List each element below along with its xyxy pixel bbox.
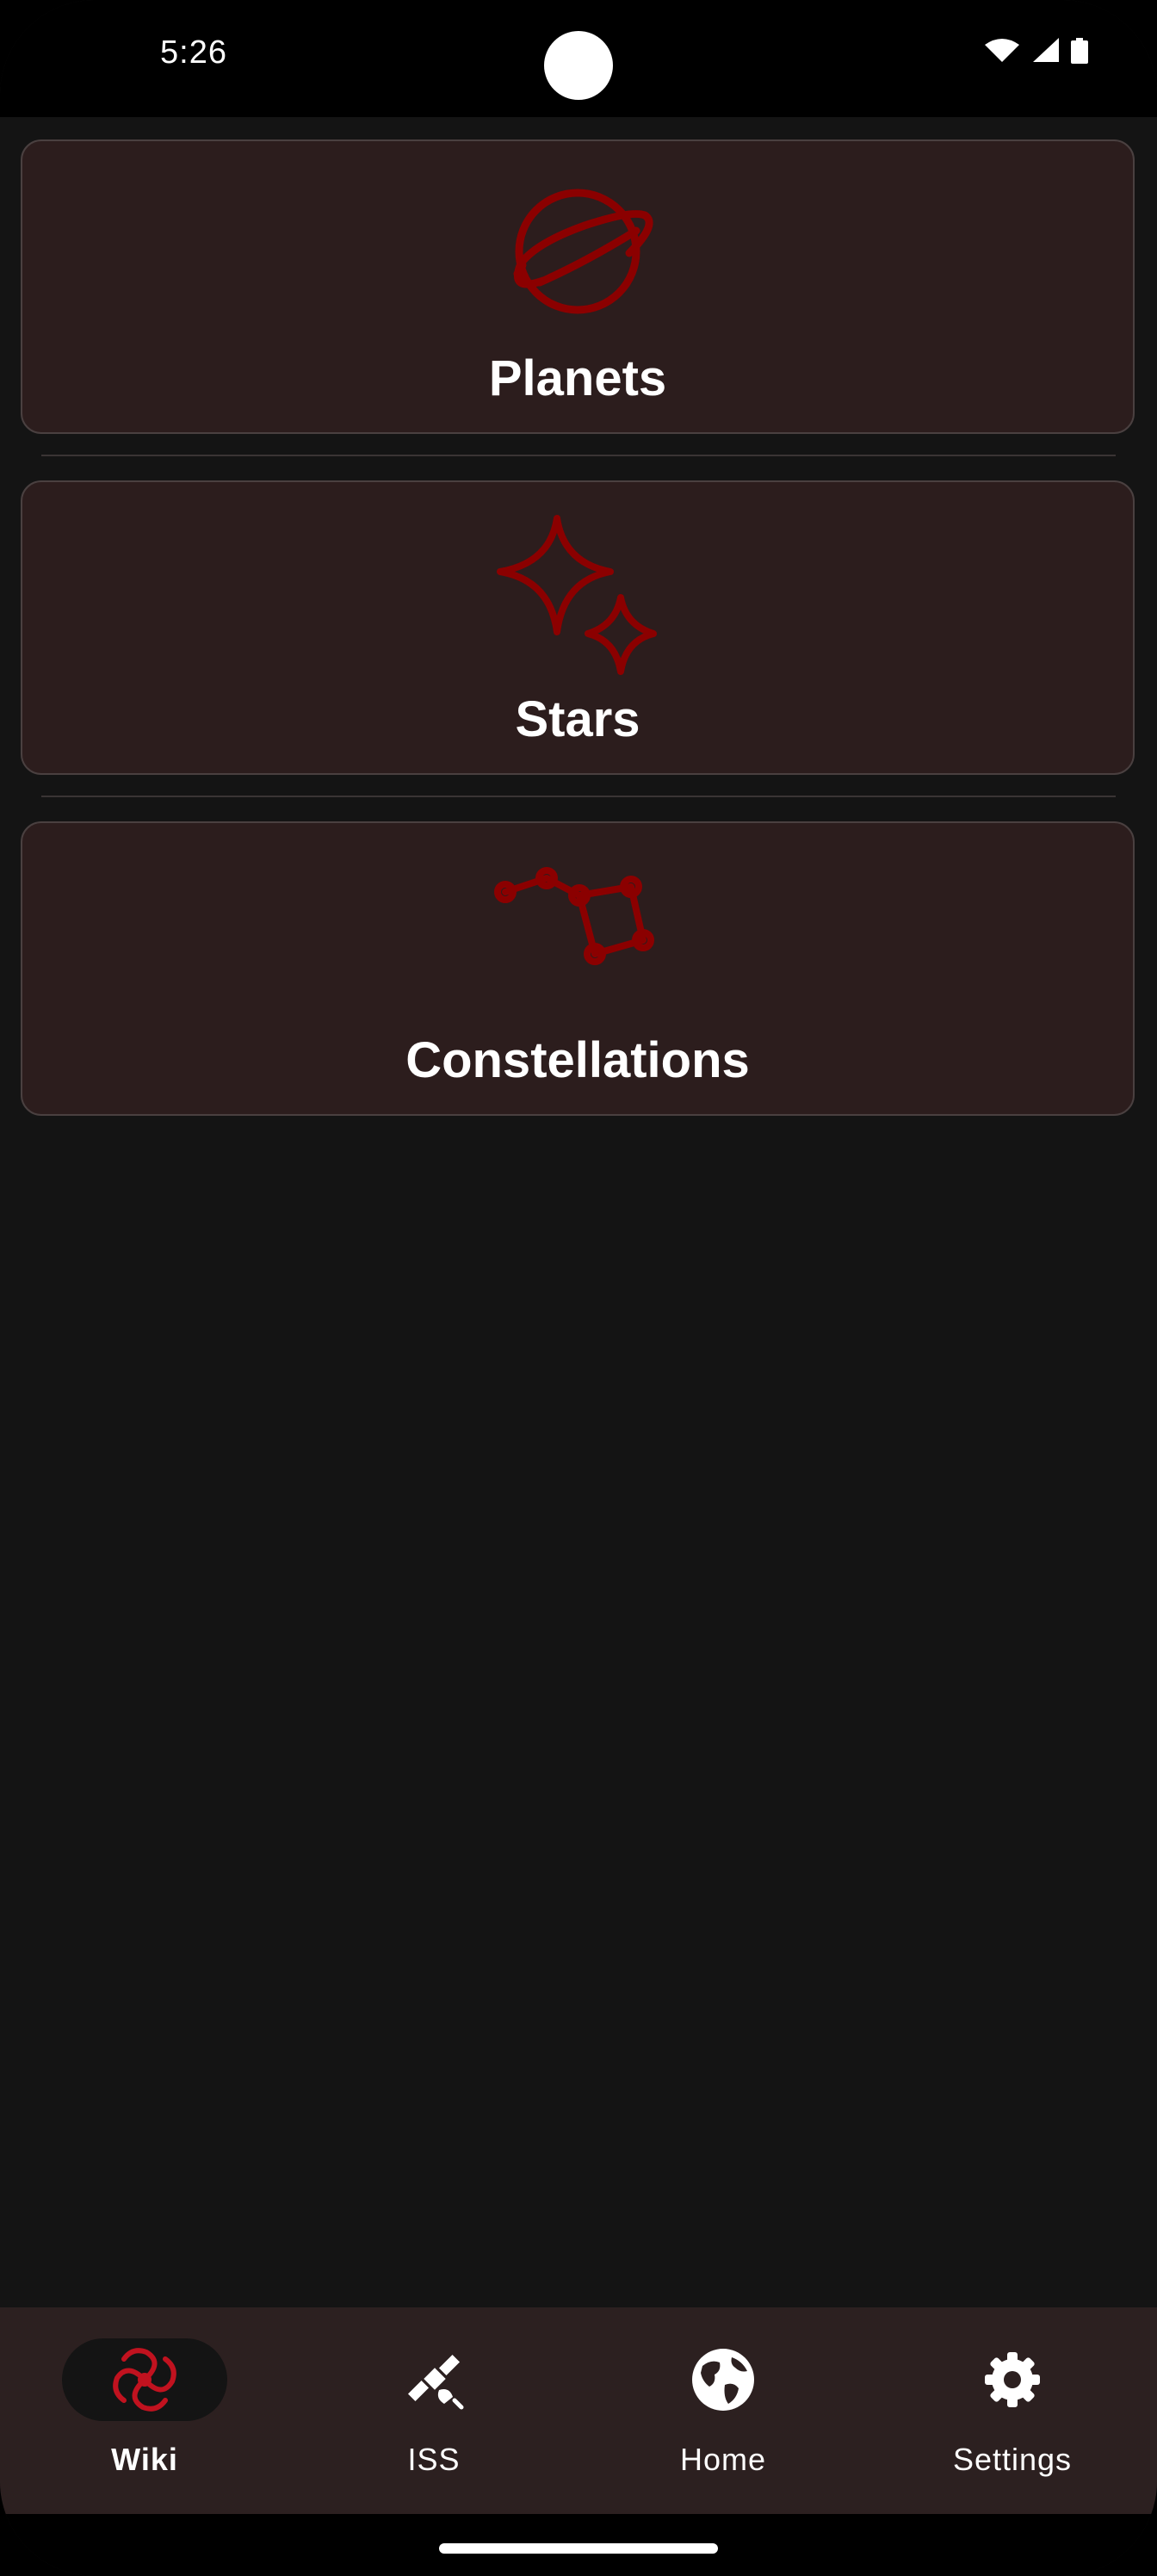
status-icons [983,38,1088,64]
planets-card[interactable]: Planets [21,139,1135,434]
nav-item-settings[interactable]: Settings [868,2307,1157,2514]
nav-item-iss[interactable]: ISS [289,2307,578,2514]
nav-item-wiki[interactable]: Wiki [0,2307,289,2514]
planet-icon [492,170,664,334]
phone-screen: 5:26 Planets Stars Constellations Wiki I… [0,0,1157,2576]
globe-icon [690,2347,756,2412]
sparkle-stars-icon [492,511,664,675]
wifi-icon [983,38,1021,62]
status-time: 5:26 [160,34,227,67]
gesture-navigation-area [0,2514,1157,2576]
stars-label: Stars [515,691,640,747]
gear-icon [980,2347,1045,2412]
home-gesture-handle[interactable] [439,2543,718,2554]
status-bar: 5:26 [0,0,1157,117]
nav-label-home: Home [679,2442,767,2477]
satellite-icon [401,2347,467,2412]
wiki-category-list: Planets Stars Constellations [0,117,1157,2307]
constellations-card[interactable]: Constellations [21,821,1135,1116]
nav-label-wiki: Wiki [111,2442,178,2477]
bottom-navigation: Wiki ISS Home Settings [0,2307,1157,2514]
signal-icon [1033,38,1059,62]
nav-item-home[interactable]: Home [578,2307,868,2514]
constellation-icon [492,852,664,1016]
stars-card[interactable]: Stars [21,480,1135,775]
nav-label-settings: Settings [952,2442,1073,2477]
constellations-label: Constellations [405,1032,750,1088]
nav-label-iss: ISS [407,2442,461,2477]
divider [41,796,1116,797]
galaxy-icon [112,2347,177,2412]
planets-label: Planets [488,350,667,406]
battery-icon [1071,38,1088,64]
divider [41,455,1116,456]
camera-cutout [544,31,613,100]
